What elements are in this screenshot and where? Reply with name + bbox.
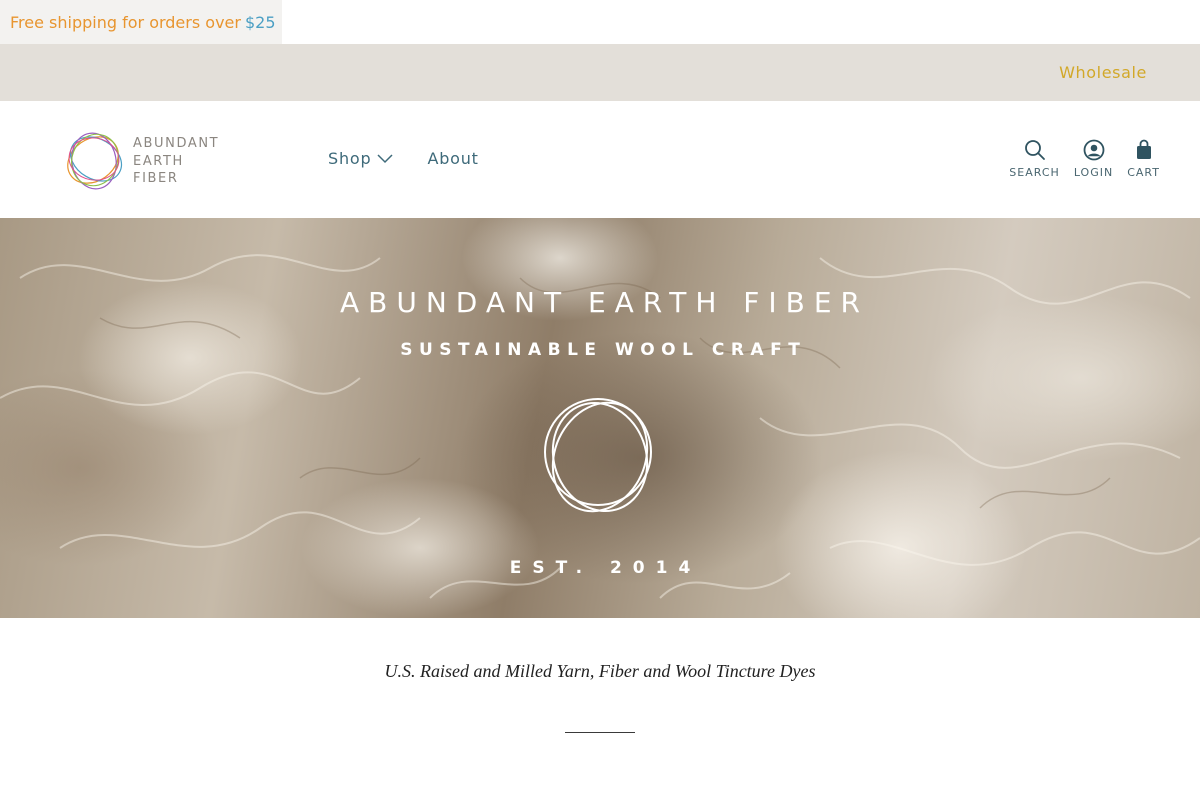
search-label: SEARCH bbox=[1009, 166, 1060, 179]
search-button[interactable]: SEARCH bbox=[1009, 139, 1060, 179]
cart-label: CART bbox=[1127, 166, 1160, 179]
nav-shop-label: Shop bbox=[328, 149, 372, 168]
utility-bar: Wholesale bbox=[0, 44, 1200, 101]
logo-line-1: ABUNDANT bbox=[133, 136, 220, 151]
logo-rings-icon bbox=[67, 132, 123, 190]
logo-line-3: FIBER bbox=[133, 171, 179, 186]
intro-tagline: U.S. Raised and Milled Yarn, Fiber and W… bbox=[384, 661, 816, 681]
hero-subtitle: SUSTAINABLE WOOL CRAFT bbox=[400, 340, 807, 360]
site-header: ABUNDANT EARTH FIBER Shop About SEARCH L… bbox=[0, 101, 1200, 218]
cart-button[interactable]: CART bbox=[1127, 139, 1160, 179]
login-label: LOGIN bbox=[1073, 166, 1114, 179]
header-actions: SEARCH LOGIN CART bbox=[1009, 139, 1160, 179]
announcement-amount: $25 bbox=[244, 12, 276, 32]
hero-established: EST. 2014 bbox=[509, 558, 702, 578]
user-icon bbox=[1083, 139, 1104, 161]
hero-banner: ABUNDANT EARTH FIBER SUSTAINABLE WOOL CR… bbox=[0, 218, 1200, 618]
announcement-bar: Free shipping for orders over $25 bbox=[0, 0, 282, 44]
hero-title: ABUNDANT EARTH FIBER bbox=[339, 286, 869, 319]
announcement-text: Free shipping for orders over bbox=[10, 12, 241, 32]
nav-about[interactable]: About bbox=[427, 149, 478, 168]
nav-shop[interactable]: Shop bbox=[328, 149, 393, 168]
main-nav: Shop About bbox=[328, 149, 479, 168]
logo-wordmark: ABUNDANT EARTH FIBER bbox=[133, 135, 219, 188]
logo-line-2: EARTH bbox=[133, 153, 184, 169]
search-icon bbox=[1024, 140, 1045, 160]
section-divider bbox=[565, 732, 635, 733]
login-button[interactable]: LOGIN bbox=[1074, 139, 1113, 179]
chevron-down-icon bbox=[377, 153, 393, 163]
rings-emblem-icon bbox=[544, 398, 652, 513]
site-logo[interactable]: ABUNDANT EARTH FIBER bbox=[63, 127, 223, 193]
shopping-bag-icon bbox=[1136, 139, 1151, 159]
wholesale-link[interactable]: Wholesale bbox=[1059, 44, 1147, 101]
